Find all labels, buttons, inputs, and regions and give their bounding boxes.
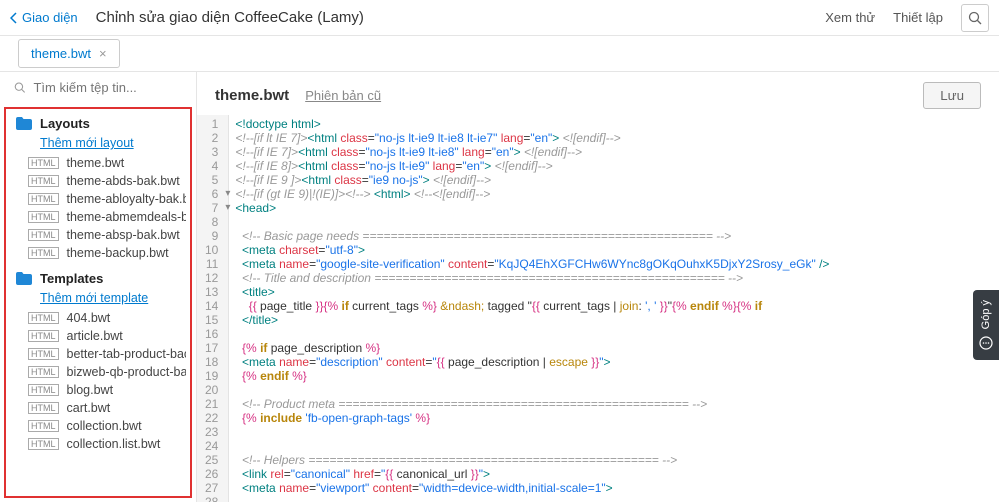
tabs-row: theme.bwt × [0,36,999,72]
close-icon[interactable]: × [99,46,107,61]
file-icon: HTML [28,193,59,205]
group-label: Layouts [40,116,90,131]
file-icon: HTML [28,366,59,378]
file-item[interactable]: HTML better-tab-product-back [10,345,186,363]
file-icon: HTML [28,330,59,342]
file-icon: HTML [28,348,59,360]
chevron-left-icon [10,12,18,24]
top-bar: Giao diện Chỉnh sửa giao diện CoffeeCake… [0,0,999,36]
file-item[interactable]: HTML collection.bwt [10,417,186,435]
sidebar: Layouts Thêm mới layout HTMLtheme.bwtHTM… [0,72,197,502]
file-icon: HTML [28,211,59,223]
file-item[interactable]: HTML bizweb-qb-product-bac [10,363,186,381]
file-icon: HTML [28,312,59,324]
code-editor[interactable]: 12345▾6▾78910111213141516171819202122232… [197,115,999,502]
file-item[interactable]: HTML blog.bwt [10,381,186,399]
file-icon: HTML [28,420,59,432]
feedback-tab[interactable]: Góp ý [973,290,999,360]
file-name: theme-backup.bwt [67,246,169,260]
file-item[interactable]: HTML collection.list.bwt [10,435,186,453]
file-icon: HTML [28,438,59,450]
file-icon: HTML [28,384,59,396]
file-item[interactable]: HTML theme.bwt [10,154,186,172]
search-icon [14,81,25,94]
folder-icon [16,117,32,130]
file-item[interactable]: HTML article.bwt [10,327,186,345]
top-actions: Xem thử Thiết lập [825,4,989,32]
file-name: theme-absp-bak.bwt [67,228,180,242]
file-name: better-tab-product-back [67,347,187,361]
file-item[interactable]: HTML cart.bwt [10,399,186,417]
file-icon: HTML [28,175,59,187]
file-item[interactable]: HTML theme-abds-bak.bwt [10,172,186,190]
group-label: Templates [40,271,103,286]
layouts-file-list: HTML theme.bwt HTML theme-abds-bak.bwt HTML t… [10,154,186,262]
search-input[interactable] [33,80,182,95]
templates-file-list: HTML 404.bwt HTML article.bwt HTML better-tab… [10,309,186,453]
file-name: collection.list.bwt [67,437,161,451]
chat-icon [979,336,993,350]
file-search[interactable] [0,72,196,103]
settings-link[interactable]: Thiết lập [893,10,943,25]
search-icon [968,11,982,25]
folder-icon [16,272,32,285]
line-gutter: 12345▾6▾78910111213141516171819202122232… [197,115,229,502]
file-item[interactable]: HTML theme-abmemdeals-bak [10,208,186,226]
tab-label: theme.bwt [31,46,91,61]
preview-link[interactable]: Xem thử [825,10,875,25]
file-name: theme-abloyalty-bak.bwt [67,192,187,206]
file-tree: Layouts Thêm mới layout HTMLtheme.bwtHTM… [4,107,192,498]
file-name: collection.bwt [67,419,142,433]
file-icon: HTML [28,229,59,241]
editor-header: theme.bwt Phiên bản cũ Lưu [197,72,999,115]
editor-filename: theme.bwt [215,87,289,104]
file-item[interactable]: HTML theme-absp-bak.bwt [10,226,186,244]
file-name: blog.bwt [67,383,114,397]
file-name: cart.bwt [67,401,111,415]
add-template[interactable]: Thêm mới template [10,289,186,309]
search-button[interactable] [961,4,989,32]
editor-pane: theme.bwt Phiên bản cũ Lưu 12345▾6▾78910… [197,72,999,502]
feedback-label: Góp ý [980,300,992,329]
back-label: Giao diện [22,10,78,25]
templates-header[interactable]: Templates [10,268,186,289]
file-icon: HTML [28,247,59,259]
add-layout[interactable]: Thêm mới layout [10,134,186,154]
main: Layouts Thêm mới layout HTMLtheme.bwtHTM… [0,72,999,502]
file-name: article.bwt [67,329,123,343]
file-icon: HTML [28,402,59,414]
layouts-header[interactable]: Layouts [10,113,186,134]
file-item[interactable]: HTML theme-backup.bwt [10,244,186,262]
templates-group: Templates Thêm mới template HTML404.bwtH… [10,268,186,453]
file-name: theme-abds-bak.bwt [67,174,180,188]
save-button[interactable]: Lưu [923,82,981,109]
file-name: theme-abmemdeals-bak [67,210,187,224]
version-link[interactable]: Phiên bản cũ [305,88,381,103]
back-link[interactable]: Giao diện [10,10,78,25]
code-content[interactable]: <!doctype html><!--[if lt IE 7]><html cl… [229,115,835,502]
file-name: theme.bwt [67,156,125,170]
file-item[interactable]: HTML theme-abloyalty-bak.bwt [10,190,186,208]
file-tab[interactable]: theme.bwt × [18,39,120,68]
page-title: Chỉnh sửa giao diện CoffeeCake (Lamy) [96,9,364,26]
layouts-group: Layouts Thêm mới layout HTMLtheme.bwtHTM… [10,113,186,262]
file-name: 404.bwt [67,311,111,325]
file-icon: HTML [28,157,59,169]
file-name: bizweb-qb-product-bac [67,365,187,379]
file-item[interactable]: HTML 404.bwt [10,309,186,327]
